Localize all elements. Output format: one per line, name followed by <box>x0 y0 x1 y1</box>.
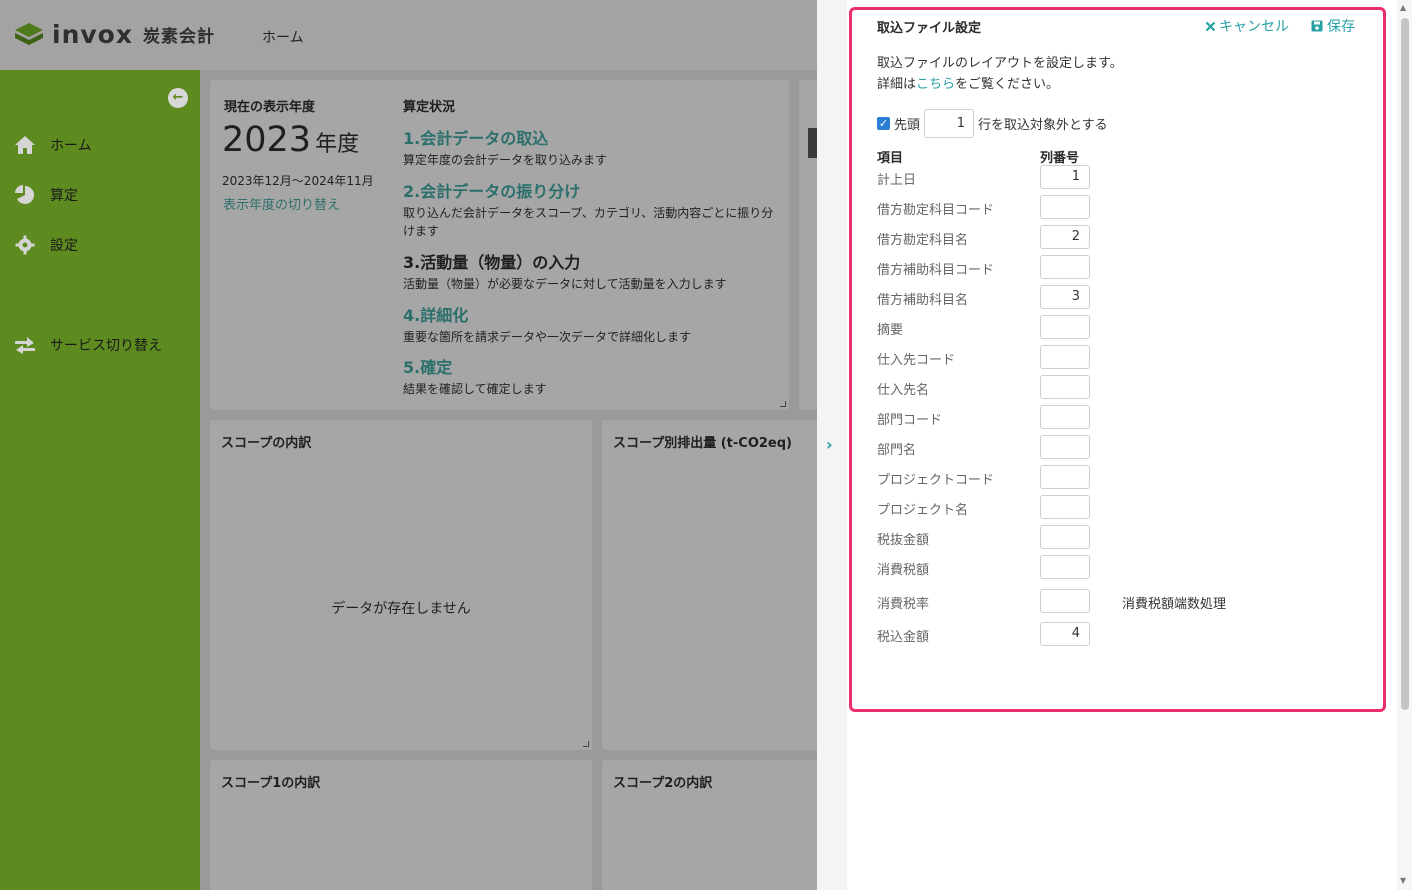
logo-subtitle: 炭素会計 <box>142 27 215 47</box>
logo-mark-icon <box>15 22 43 45</box>
field-column-input[interactable]: 1 <box>1040 165 1090 189</box>
status-card: 現在の表示年度 2023 年度 2023年12月〜2024年11月 表示年度の切り… <box>210 80 789 410</box>
scope2-title: スコープ2の内訳 <box>613 776 713 791</box>
top-nav-home[interactable]: ホーム <box>262 27 304 47</box>
scroll-up-icon[interactable]: ▲ <box>1400 3 1406 12</box>
description-line1: 取込ファイルのレイアウトを設定します。 <box>877 56 1123 71</box>
scope2-card: スコープ2の内訳 <box>602 760 817 890</box>
column-header-number: 列番号 <box>1040 151 1080 166</box>
chevron-right-icon[interactable]: › <box>826 435 833 454</box>
scope-emissions-title: スコープ別排出量 (t-CO2eq) <box>613 436 792 451</box>
field-column-input[interactable]: 4 <box>1040 622 1090 646</box>
save-button[interactable]: 保存 <box>1311 16 1355 36</box>
field-label: プロジェクトコード <box>877 473 995 488</box>
step-confirm[interactable]: 5.確定 結果を確認して確定します <box>403 354 775 398</box>
gear-icon <box>14 234 36 256</box>
field-label: 借方補助科目名 <box>877 293 969 308</box>
field-column-input[interactable] <box>1040 495 1090 519</box>
field-label: 仕入先名 <box>877 383 930 398</box>
pie-chart-icon <box>14 184 36 206</box>
field-label: 借方補助科目コード <box>877 263 995 278</box>
resize-handle[interactable] <box>780 401 786 407</box>
sidebar-item-label: サービス切り替え <box>50 338 162 354</box>
field-column-input[interactable] <box>1040 555 1090 579</box>
panel-title: 取込ファイル設定 <box>877 21 982 36</box>
description-line2: 詳細はこちらをご覧ください。 <box>877 77 1060 92</box>
cancel-button[interactable]: キャンセル <box>1205 16 1289 36</box>
scope-breakdown-card: スコープの内訳 データが存在しません <box>210 420 592 750</box>
resize-handle[interactable] <box>583 741 589 747</box>
field-label: 借方勘定科目名 <box>877 233 969 248</box>
field-column-input[interactable] <box>1040 465 1090 489</box>
field-column-input[interactable]: 3 <box>1040 285 1090 309</box>
sidebar-item-settings[interactable]: 設定 <box>14 234 78 256</box>
scope-breakdown-title: スコープの内訳 <box>221 436 312 451</box>
status-title: 算定状況 <box>403 100 456 115</box>
logo[interactable]: invox 炭素会計 <box>14 20 215 49</box>
skip-prefix-label: 先頭 <box>894 118 921 133</box>
scope1-card: スコープ1の内訳 <box>210 760 592 890</box>
field-label: 借方勘定科目コード <box>877 203 995 218</box>
help-link[interactable]: こちら <box>916 77 955 92</box>
field-label: 消費税額 <box>877 563 930 578</box>
field-label: プロジェクト名 <box>877 503 969 518</box>
collapse-sidebar-button[interactable]: ← <box>168 88 188 108</box>
side-card-edge <box>799 80 817 410</box>
sidebar-item-label: ホーム <box>50 138 92 154</box>
field-column-input[interactable] <box>1040 375 1090 399</box>
dashboard-main: 現在の表示年度 2023 年度 2023年12月〜2024年11月 表示年度の切り… <box>200 70 817 890</box>
field-label: 摘要 <box>877 323 904 338</box>
step-activity-input: 3.活動量（物量）の入力 活動量（物量）が必要なデータに対して活動量を入力します <box>403 253 727 291</box>
home-icon <box>14 134 36 156</box>
step-import[interactable]: 1.会計データの取込 算定年度の会計データを取り込みます <box>403 125 775 169</box>
field-label: 消費税率 <box>877 597 930 612</box>
skip-suffix-label: 行を取込対象外とする <box>978 118 1108 133</box>
scope1-title: スコープ1の内訳 <box>221 776 321 791</box>
column-header-item: 項目 <box>877 151 904 166</box>
field-column-input[interactable] <box>1040 435 1090 459</box>
current-year: 2023 年度 <box>222 120 360 160</box>
save-icon <box>1311 20 1323 32</box>
sidebar-item-label: 設定 <box>50 238 78 254</box>
step-detail[interactable]: 4.詳細化 重要な箇所を請求データや一次データで詳細化します <box>403 302 775 346</box>
scope-emissions-card: スコープ別排出量 (t-CO2eq) <box>602 420 817 750</box>
year-card-title: 現在の表示年度 <box>224 100 316 115</box>
field-label: 仕入先コード <box>877 353 956 368</box>
sidebar-item-switch-service[interactable]: サービス切り替え <box>14 334 162 356</box>
field-column-input[interactable]: 2 <box>1040 225 1090 249</box>
field-label: 税抜金額 <box>877 533 930 548</box>
field-label: 計上日 <box>877 173 917 188</box>
field-column-input[interactable] <box>1040 525 1090 549</box>
close-icon <box>1205 21 1216 31</box>
field-label: 部門名 <box>877 443 917 458</box>
no-data-message: データが存在しません <box>331 601 471 617</box>
switch-icon <box>14 334 36 356</box>
top-bar: invox 炭素会計 ホーム <box>0 0 817 70</box>
sidebar-item-label: 算定 <box>50 188 78 204</box>
tax-rounding-label: 消費税額端数処理 <box>1122 597 1227 612</box>
sidebar: ← ホーム 算定 設定 サービス切り替え <box>0 70 200 890</box>
sidebar-item-home[interactable]: ホーム <box>14 134 92 156</box>
field-column-input[interactable] <box>1040 345 1090 369</box>
logo-text: invox <box>52 20 133 49</box>
scroll-down-icon[interactable]: ▼ <box>1400 876 1406 885</box>
field-column-input[interactable] <box>1040 195 1090 219</box>
field-column-input[interactable] <box>1040 315 1090 339</box>
fiscal-range: 2023年12月〜2024年11月 <box>222 174 374 188</box>
step-classify[interactable]: 2.会計データの振り分け 取り込んだ会計データをスコープ、カテゴリ、活動内容ごと… <box>403 178 775 240</box>
skip-rows-input[interactable]: 1 <box>924 109 975 138</box>
scrollbar-thumb[interactable] <box>1401 18 1409 710</box>
switch-year-link[interactable]: 表示年度の切り替え <box>223 194 340 213</box>
field-column-input[interactable] <box>1040 589 1090 613</box>
field-column-input[interactable] <box>1040 405 1090 429</box>
skip-header-checkbox[interactable]: ✓ <box>877 117 890 130</box>
field-column-input[interactable] <box>1040 255 1090 279</box>
skip-rows-setting: ✓ 先頭 1 行を取込対象外とする <box>877 109 1108 138</box>
sidebar-item-calculation[interactable]: 算定 <box>14 184 78 206</box>
field-label: 部門コード <box>877 413 943 428</box>
field-label: 税込金額 <box>877 630 930 645</box>
